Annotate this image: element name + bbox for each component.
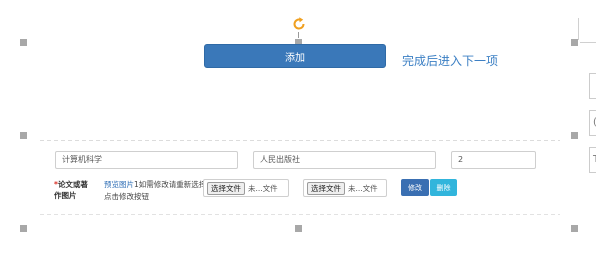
section-divider-top xyxy=(40,140,560,141)
section-divider-bottom xyxy=(40,214,560,215)
resize-handle-bottom-center[interactable] xyxy=(295,225,302,232)
resize-handle-top-left[interactable] xyxy=(20,39,27,46)
paper-image-label: *论文或著 作图片 xyxy=(54,179,88,201)
right-toolbar-box-3[interactable]: T xyxy=(589,147,596,173)
resize-handle-middle-right[interactable] xyxy=(571,132,578,139)
rotate-handle-stem xyxy=(298,32,299,38)
resize-handle-top-right[interactable] xyxy=(571,39,578,46)
file-status-2: 未...文件 xyxy=(348,183,378,193)
subject-input[interactable]: 计算机科学 xyxy=(55,151,238,169)
paper-image-label-line1: 论文或著 xyxy=(57,180,88,189)
resize-handle-middle-left[interactable] xyxy=(20,132,27,139)
right-toolbar-box-1[interactable] xyxy=(589,73,596,99)
preview-image-link[interactable]: 预览图片 xyxy=(104,180,134,189)
file-picker-1[interactable]: 选择文件 未...文件 xyxy=(203,179,289,197)
file-picker-2[interactable]: 选择文件 未...文件 xyxy=(303,179,387,197)
paper-image-label-line2: 作图片 xyxy=(54,191,77,200)
page-corner-mark-horizontal xyxy=(580,42,596,43)
next-step-link[interactable]: 完成后进入下一项 xyxy=(402,52,498,69)
count-input[interactable]: 2 xyxy=(451,151,536,169)
choose-file-button-1[interactable]: 选择文件 xyxy=(207,181,245,195)
publisher-input[interactable]: 人民出版社 xyxy=(253,151,436,169)
preview-hint: 预览图片1如需修改请重新选择并点击修改按钮 xyxy=(104,179,216,203)
right-toolbar-box-2[interactable]: ( xyxy=(589,110,596,136)
rotate-handle-icon[interactable] xyxy=(291,16,307,32)
resize-handle-bottom-left[interactable] xyxy=(20,225,27,232)
delete-button[interactable]: 删除 xyxy=(430,179,457,196)
resize-handle-bottom-right[interactable] xyxy=(571,225,578,232)
add-button[interactable]: 添加 xyxy=(204,44,386,68)
modify-button[interactable]: 修改 xyxy=(401,179,429,196)
choose-file-button-2[interactable]: 选择文件 xyxy=(307,181,345,195)
file-status-1: 未...文件 xyxy=(248,183,278,193)
page-corner-mark-vertical xyxy=(578,18,579,40)
